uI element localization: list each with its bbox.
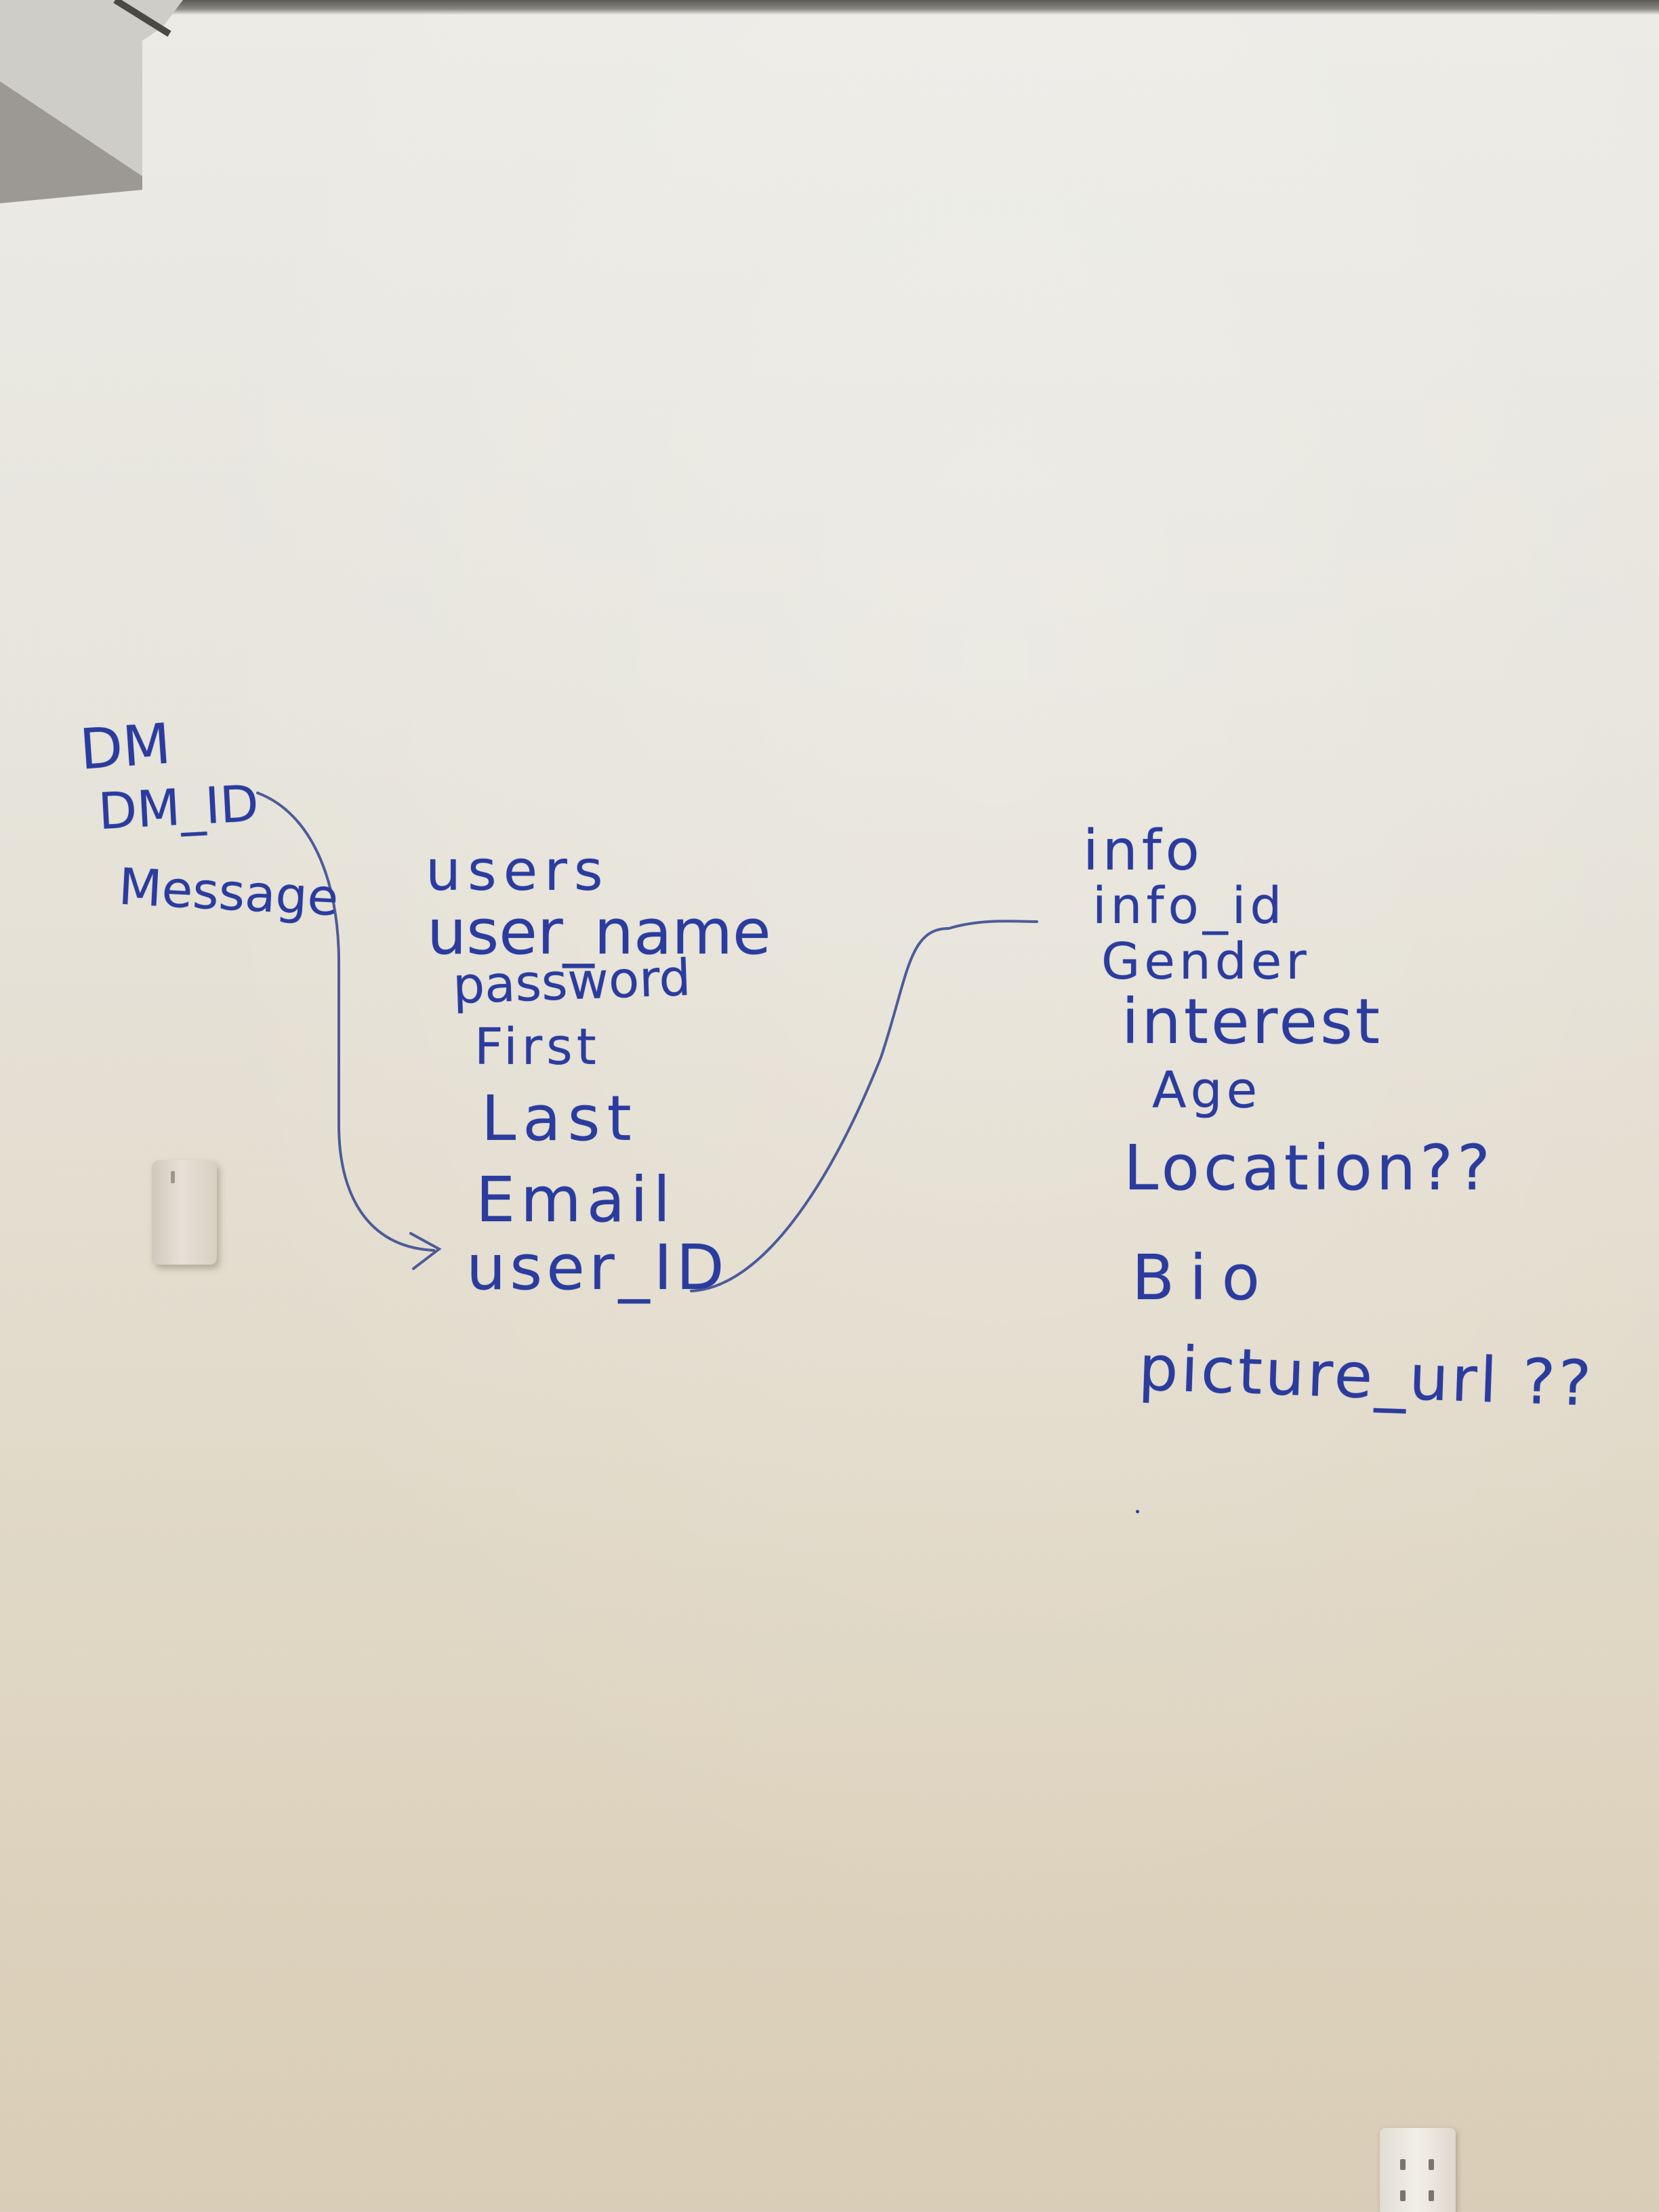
relationship-lines <box>256 792 1038 1292</box>
field-user-id: user_ID <box>466 1231 729 1304</box>
ceiling-edge <box>0 0 1659 15</box>
light-switch <box>152 1160 217 1265</box>
ceiling-corner <box>0 0 183 203</box>
field-gender: Gender <box>1101 933 1311 991</box>
table-name-dm: DM <box>77 712 173 783</box>
field-picture-url: picture_url ?? <box>1137 1332 1595 1420</box>
field-last: Last <box>481 1082 638 1155</box>
power-outlet <box>1380 2128 1456 2212</box>
link-dm-to-users <box>256 792 435 1252</box>
field-first: First <box>474 1018 600 1076</box>
link-arrowhead <box>409 1232 442 1270</box>
whiteboard-wall <box>0 0 1659 2212</box>
field-message: Message <box>117 857 340 928</box>
field-email: Email <box>476 1164 676 1236</box>
field-age: Age <box>1152 1061 1262 1120</box>
table-name-users: users <box>426 839 610 903</box>
link-users-to-info <box>690 920 1038 1292</box>
marker-dot <box>1136 1510 1139 1513</box>
field-dm-id: DM_ID <box>96 774 260 842</box>
field-location: Location?? <box>1124 1132 1494 1204</box>
field-bio: Bio <box>1132 1242 1275 1314</box>
field-password: password <box>451 948 692 1016</box>
table-name-info: info <box>1083 819 1204 883</box>
field-info-id: info_id <box>1092 877 1286 935</box>
field-interest: interest <box>1122 985 1382 1058</box>
